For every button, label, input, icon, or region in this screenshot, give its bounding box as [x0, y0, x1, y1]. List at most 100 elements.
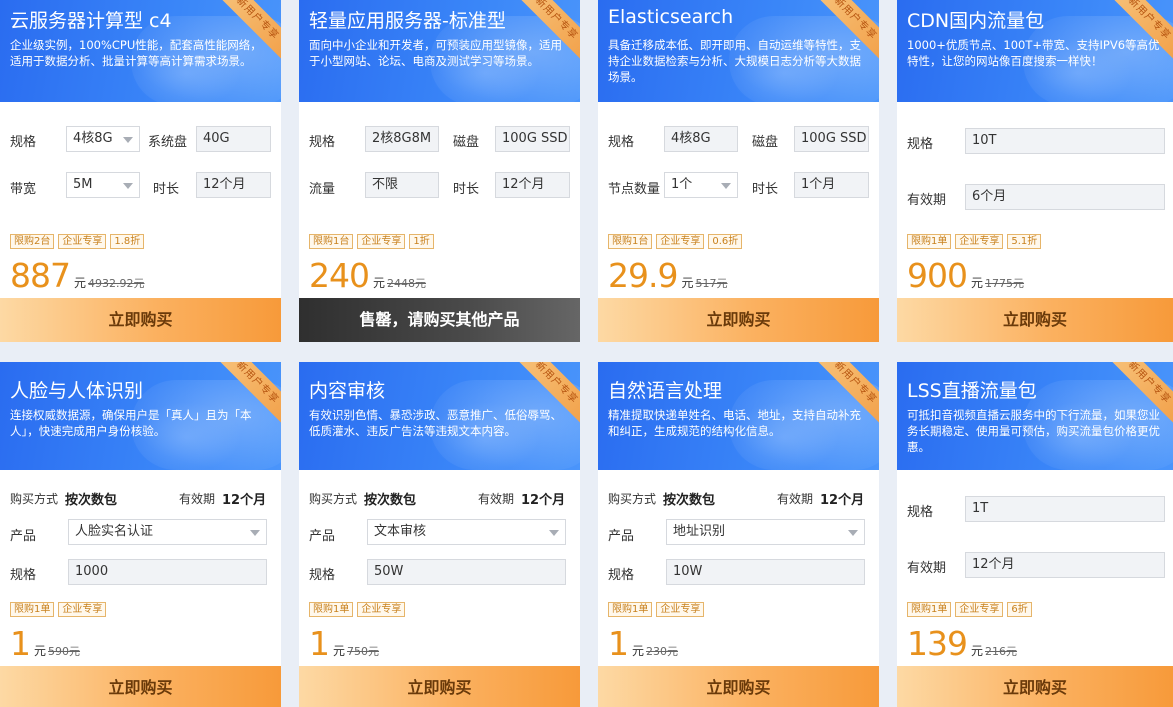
validity-value: 12个月: [820, 493, 865, 508]
spec-label: 规格: [10, 568, 37, 583]
disk-field: 100G SSD: [495, 126, 570, 152]
spec-value: 2核8G8M: [372, 131, 432, 146]
spec-field: 50W: [367, 559, 566, 585]
card-description: 企业级实例，100%CPU性能，配套高性能网络，适用于数据分析、批量计算等高计算…: [10, 38, 262, 68]
product-select[interactable]: 地址识别: [666, 519, 865, 545]
buy-now-button[interactable]: 立即购买: [897, 666, 1173, 707]
duration-value: 1个月: [801, 177, 836, 192]
product-card-face-recognition: 新用户专享 人脸与人体识别 连接权威数据源，确保用户是「真人」且为「本人」，快速…: [0, 362, 281, 707]
card-header: 新用户专享 CDN国内流量包 1000+优质节点、100T+带宽、支持IPV6等…: [897, 0, 1173, 102]
product-label: 产品: [608, 529, 635, 544]
discount-tag: 6折: [1007, 602, 1032, 617]
card-header: 新用户专享 Elasticsearch 具备迁移成本低、即开即用、自动运维等特性…: [598, 0, 879, 102]
bandwidth-value: 5M: [73, 177, 93, 192]
spec-label: 规格: [309, 568, 336, 583]
card-title: 自然语言处理: [608, 380, 723, 402]
price: 29.9 元 517元: [608, 256, 728, 295]
purchase-limit-tag: 限购1单: [10, 602, 55, 617]
purchase-limit-tag: 限购1台: [309, 234, 354, 249]
price-value: 1: [608, 624, 629, 663]
spec-select[interactable]: 4核8G: [66, 126, 140, 152]
price-unit: 元: [34, 644, 47, 658]
node-count-select[interactable]: 1个: [664, 172, 738, 198]
enterprise-tag: 企业专享: [58, 234, 107, 249]
disk-label: 磁盘: [752, 135, 779, 150]
duration-value: 12个月: [502, 177, 545, 192]
enterprise-tag: 企业专享: [357, 602, 406, 617]
spec-value: 4核8G: [73, 131, 113, 146]
original-price: 517元: [695, 277, 728, 290]
product-label: 产品: [309, 529, 336, 544]
spec-label: 规格: [907, 505, 934, 520]
traffic-field: 不限: [365, 172, 439, 198]
chevron-down-icon: [123, 183, 133, 189]
duration-value: 12个月: [203, 177, 246, 192]
product-card-c4: 新用户专享 云服务器计算型 c4 企业级实例，100%CPU性能，配套高性能网络…: [0, 0, 281, 342]
validity-value: 12个月: [222, 493, 267, 508]
purchase-method-value: 按次数包: [663, 493, 716, 508]
product-card-elasticsearch: 新用户专享 Elasticsearch 具备迁移成本低、即开即用、自动运维等特性…: [598, 0, 879, 342]
system-disk-label: 系统盘: [148, 135, 188, 150]
disk-value: 100G SSD: [801, 131, 867, 146]
disk-field: 100G SSD: [794, 126, 869, 152]
card-title: 内容审核: [309, 380, 386, 402]
validity-label: 有效期: [777, 492, 814, 506]
product-select[interactable]: 人脸实名认证: [68, 519, 267, 545]
buy-now-button[interactable]: 立即购买: [598, 666, 879, 707]
discount-tag: 1.8折: [110, 234, 145, 249]
product-card-lightweight-server: 新用户专享 轻量应用服务器-标准型 面向中小企业和开发者，可预装应用型镜像，适用…: [299, 0, 580, 342]
card-description: 有效识别色情、暴恐涉政、恶意推广、低俗辱骂、低质灌水、违反广告法等违规文本内容。: [309, 408, 562, 438]
spec-value: 50W: [374, 564, 404, 579]
enterprise-tag: 企业专享: [357, 234, 406, 249]
discount-tag: 0.6折: [708, 234, 743, 249]
purchase-method-value: 按次数包: [364, 493, 417, 508]
duration-field: 12个月: [495, 172, 570, 198]
original-price: 216元: [985, 645, 1018, 658]
purchase-limit-tag: 限购1单: [608, 602, 653, 617]
card-description: 可抵扣音视频直播云服务中的下行流量，如果您业务长期稳定、使用量可预估，购买流量包…: [907, 408, 1160, 454]
card-header: 新用户专享 人脸与人体识别 连接权威数据源，确保用户是「真人」且为「本人」，快速…: [0, 362, 281, 470]
duration-field: 1个月: [794, 172, 869, 198]
tag-list: 限购1台 企业专享 0.6折: [608, 234, 743, 249]
enterprise-tag: 企业专享: [656, 602, 705, 617]
spec-field: 10T: [965, 128, 1165, 154]
tag-list: 限购2台 企业专享 1.8折: [10, 234, 145, 249]
spec-field: 2核8G8M: [365, 126, 439, 152]
system-disk-value: 40G: [203, 131, 230, 146]
buy-now-button[interactable]: 立即购买: [598, 298, 879, 342]
card-title: Elasticsearch: [608, 6, 734, 28]
buy-now-button[interactable]: 立即购买: [897, 298, 1173, 342]
price: 139 元 216元: [907, 624, 1017, 663]
buy-now-button[interactable]: 立即购买: [0, 666, 281, 707]
price-value: 900: [907, 256, 968, 295]
spec-field: 10W: [666, 559, 865, 585]
chevron-down-icon: [250, 530, 260, 536]
original-price: 750元: [347, 645, 380, 658]
spec-value: 4核8G: [671, 131, 711, 146]
spec-field: 1000: [68, 559, 267, 585]
discount-tag: 1折: [409, 234, 434, 249]
validity-label: 有效期: [907, 561, 947, 576]
bandwidth-select[interactable]: 5M: [66, 172, 140, 198]
validity-label: 有效期: [179, 492, 216, 506]
spec-label: 规格: [907, 137, 934, 152]
validity-label: 有效期: [478, 492, 515, 506]
chevron-down-icon: [721, 183, 731, 189]
duration-label: 时长: [453, 182, 480, 197]
buy-now-button[interactable]: 立即购买: [299, 666, 580, 707]
product-value: 文本审核: [374, 524, 427, 539]
spec-label: 规格: [10, 135, 37, 150]
original-price: 1775元: [985, 277, 1025, 290]
validity-field: 12个月: [965, 552, 1165, 578]
purchase-limit-tag: 限购1单: [907, 602, 952, 617]
discount-tag: 5.1折: [1007, 234, 1042, 249]
product-select[interactable]: 文本审核: [367, 519, 566, 545]
purchase-limit-tag: 限购1台: [608, 234, 653, 249]
card-header: 新用户专享 云服务器计算型 c4 企业级实例，100%CPU性能，配套高性能网络…: [0, 0, 281, 102]
card-header: 新用户专享 LSS直播流量包 可抵扣音视频直播云服务中的下行流量，如果您业务长期…: [897, 362, 1173, 470]
buy-now-button[interactable]: 立即购买: [0, 298, 281, 342]
price: 1 元 590元: [10, 624, 80, 663]
enterprise-tag: 企业专享: [955, 234, 1004, 249]
price-unit: 元: [373, 276, 386, 290]
sold-out-button[interactable]: 售罄，请购买其他产品: [299, 298, 580, 342]
